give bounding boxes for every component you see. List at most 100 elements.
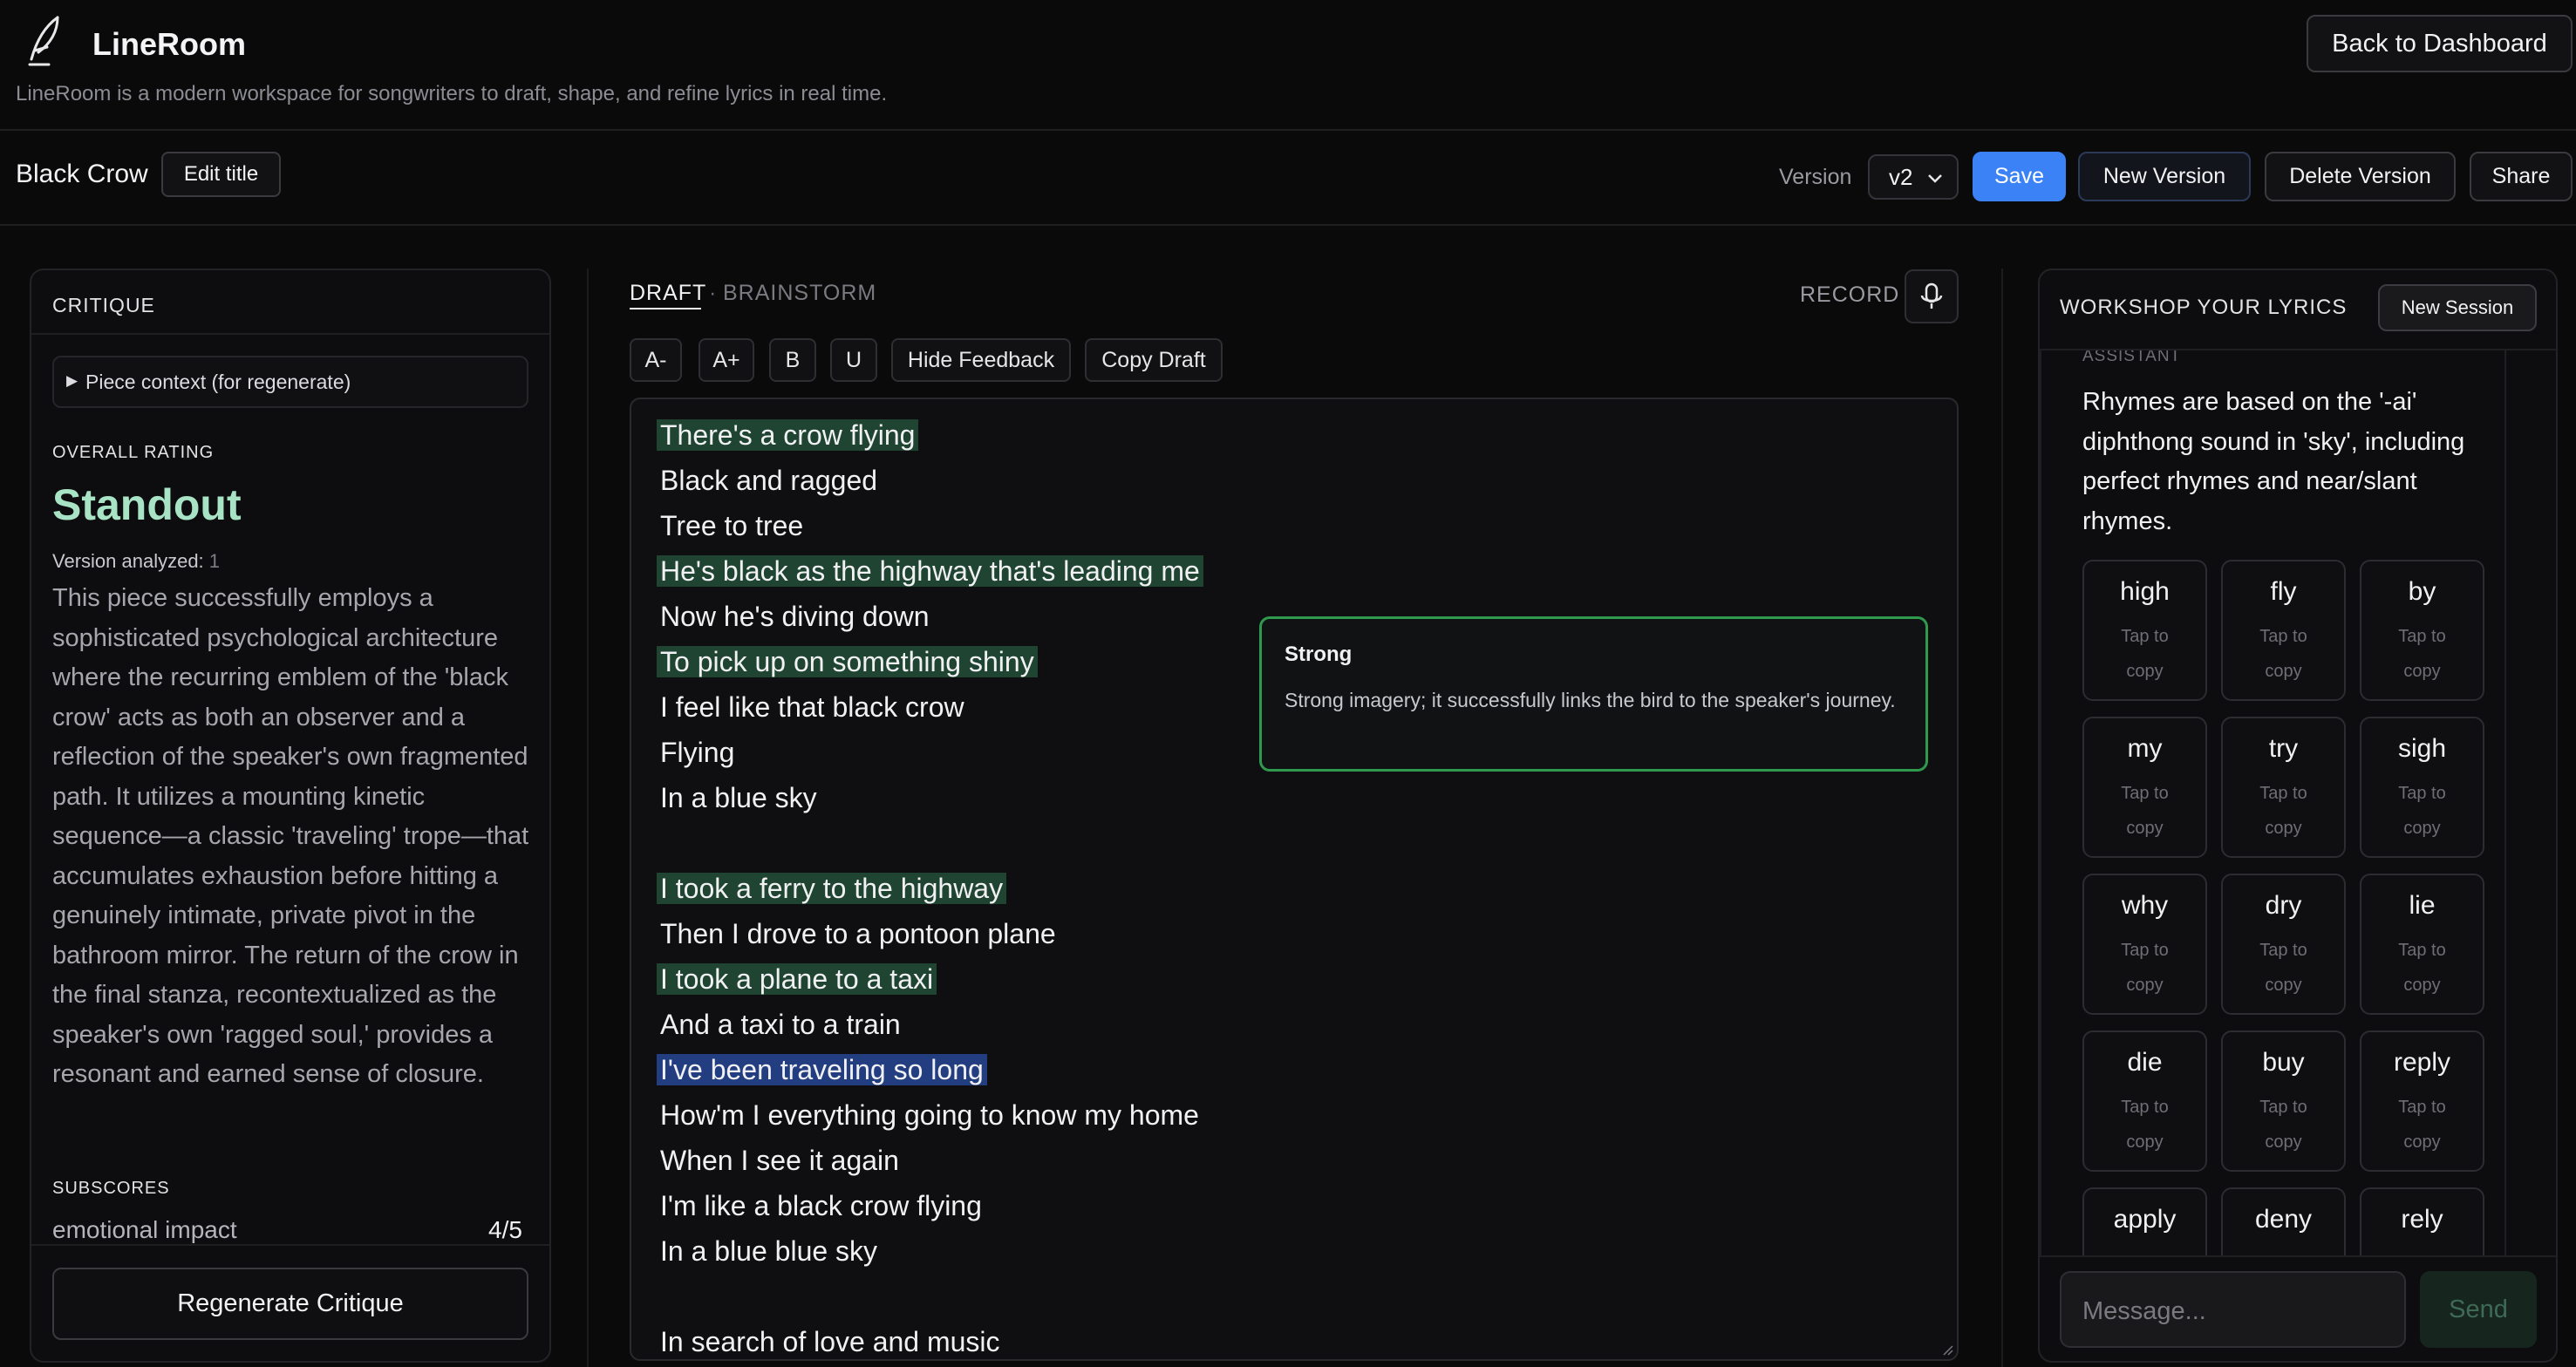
lyric-line: And a taxi to a train — [660, 1009, 901, 1041]
version-analyzed-value: 1 — [208, 550, 221, 572]
rhyme-word: reply — [2393, 1048, 2451, 1077]
lyric-line: Black and ragged — [660, 465, 877, 497]
record-label: RECORD — [1800, 282, 1900, 307]
piece-context-label: Piece context (for regenerate) — [85, 371, 351, 393]
copy-draft-button[interactable]: Copy Draft — [1085, 338, 1223, 382]
critique-heading: CRITIQUE — [52, 294, 155, 316]
highlighted-lyric-text[interactable]: I took a ferry to the highway — [657, 873, 1007, 904]
lyric-line: I feel like that black crow — [660, 691, 964, 724]
rhyme-card[interactable]: applyTap tocopy — [2082, 1187, 2207, 1255]
version-select[interactable]: v2 — [1868, 154, 1959, 200]
rhyme-hint: copy — [2126, 976, 2164, 995]
lyric-text: Then I drove to a pontoon plane — [660, 918, 1056, 949]
message-input[interactable]: Message... — [2060, 1271, 2406, 1348]
rhyme-card[interactable]: fly Tap to copy — [2221, 560, 2346, 701]
rhyme-hint: Tap to — [2398, 784, 2446, 803]
rhyme-card[interactable]: denyTap tocopy — [2221, 1187, 2346, 1255]
assistant-message-text: Rhymes are based on the '-ai' diphthong … — [2082, 388, 2465, 535]
lyric-text: And a taxi to a train — [660, 1009, 901, 1040]
save-button[interactable]: Save — [1973, 152, 2066, 201]
bold-button[interactable]: B — [769, 338, 816, 382]
edit-title-button[interactable]: Edit title — [161, 152, 281, 197]
version-select-value: v2 — [1889, 163, 1913, 190]
regenerate-critique-button[interactable]: Regenerate Critique — [52, 1268, 528, 1340]
highlighted-lyric-text[interactable]: I've been traveling so long — [657, 1054, 987, 1085]
toolbar-divider — [0, 224, 2576, 226]
new-version-button[interactable]: New Version — [2078, 152, 2251, 201]
message-input-placeholder: Message... — [2082, 1297, 2206, 1325]
font-smaller-button[interactable]: A- — [630, 338, 682, 382]
chat-scroll-area[interactable]: ASSISTANT Rhymes are based on the '-ai' … — [2040, 350, 2556, 1255]
highlighted-lyric-text[interactable]: He's black as the highway that's leading… — [657, 555, 1203, 587]
lyric-line: When I see it again — [660, 1145, 899, 1177]
lyric-text: Tree to tree — [660, 510, 804, 541]
rhyme-card[interactable]: lie Tap to copy — [2360, 874, 2484, 1015]
rhyme-hint: copy — [2403, 1132, 2441, 1152]
rhyme-hint: Tap to — [2398, 1098, 2446, 1117]
overall-rating-value: Standout — [52, 480, 242, 529]
lyric-text: I'm like a black crow flying — [660, 1190, 982, 1221]
rhyme-hint: Tap to — [2121, 1098, 2169, 1117]
rhyme-word: why — [2121, 891, 2169, 920]
document-title: Black Crow — [16, 160, 148, 188]
rhyme-hint: Tap to — [2259, 627, 2307, 646]
rhyme-card[interactable]: high Tap to copy — [2082, 560, 2207, 701]
share-button[interactable]: Share — [2470, 152, 2573, 201]
tab-draft[interactable]: DRAFT — [630, 281, 706, 309]
rhyme-word: die — [2127, 1048, 2163, 1077]
rhyme-word: fly — [2270, 577, 2297, 606]
back-to-dashboard-button[interactable]: Back to Dashboard — [2307, 15, 2573, 72]
rhyme-card[interactable]: reply Tap to copy — [2360, 1030, 2484, 1172]
rhyme-card[interactable]: buy Tap to copy — [2221, 1030, 2346, 1172]
rhyme-card[interactable]: die Tap to copy — [2082, 1030, 2207, 1172]
rhyme-hint: copy — [2403, 662, 2441, 681]
lyric-line: How'm I everything going to know my home — [660, 1099, 1199, 1132]
highlighted-lyric-text[interactable]: I took a plane to a taxi — [657, 963, 937, 995]
send-button[interactable]: Send — [2420, 1271, 2537, 1348]
lyric-text: In a blue blue sky — [660, 1235, 878, 1267]
critique-heading-divider — [31, 333, 549, 335]
highlighted-lyric-text[interactable]: To pick up on something shiny — [657, 646, 1038, 677]
font-larger-button[interactable]: A+ — [699, 338, 754, 382]
rhyme-hint: copy — [2265, 976, 2302, 995]
lyric-text: I feel like that black crow — [660, 691, 964, 723]
rhyme-hint: copy — [2126, 819, 2164, 838]
rhyme-hint: Tap to — [2121, 941, 2169, 960]
lyric-text: Black and ragged — [660, 465, 878, 496]
disclosure-triangle-icon: ▶ — [66, 372, 78, 389]
rhyme-word: deny — [2254, 1205, 2313, 1234]
rhyme-card[interactable]: sigh Tap to copy — [2360, 717, 2484, 858]
lyric-text: In search of love and music — [660, 1326, 1000, 1357]
rhyme-card[interactable]: my Tap to copy — [2082, 717, 2207, 858]
rhyme-hint: Tap to — [2398, 627, 2446, 646]
rhyme-word: buy — [2262, 1048, 2305, 1077]
rhyme-hint: copy — [2126, 1132, 2164, 1152]
lyric-text: In a blue sky — [660, 782, 817, 813]
delete-version-button[interactable]: Delete Version — [2265, 152, 2456, 201]
rhyme-card[interactable]: why Tap to copy — [2082, 874, 2207, 1015]
rhyme-card[interactable]: by Tap to copy — [2360, 560, 2484, 701]
rhyme-card[interactable]: relyTap tocopy — [2360, 1187, 2484, 1255]
left-column-divider — [587, 269, 589, 1367]
piece-context-toggle[interactable]: ▶ Piece context (for regenerate) — [52, 356, 528, 408]
rhyme-card[interactable]: try Tap to copy — [2221, 717, 2346, 858]
lyric-text: Flying — [660, 737, 735, 768]
underline-button[interactable]: U — [830, 338, 877, 382]
lyric-line: In search of love and music — [660, 1326, 1000, 1358]
rhyme-hint: Tap to — [2259, 941, 2307, 960]
version-label: Version — [1779, 165, 1852, 189]
rhyme-card[interactable]: dry Tap to copy — [2221, 874, 2346, 1015]
tab-draft-underline — [630, 308, 701, 309]
app-name: LineRoom — [92, 26, 246, 62]
rhyme-hint: Tap to — [2398, 941, 2446, 960]
rhyme-hint: copy — [2265, 819, 2302, 838]
record-button[interactable] — [1905, 269, 1959, 323]
highlighted-lyric-text[interactable]: There's a crow flying — [657, 419, 919, 451]
resize-handle-icon[interactable] — [1939, 1342, 1953, 1356]
microphone-icon — [1920, 282, 1943, 309]
app-description: LineRoom is a modern workspace for songw… — [16, 82, 888, 105]
new-session-button[interactable]: New Session — [2378, 284, 2537, 331]
draft-editor[interactable]: There's a crow flying Black and ragged Tre… — [630, 398, 1959, 1361]
tab-brainstorm[interactable]: BRAINSTORM — [723, 281, 876, 306]
hide-feedback-button[interactable]: Hide Feedback — [891, 338, 1071, 382]
